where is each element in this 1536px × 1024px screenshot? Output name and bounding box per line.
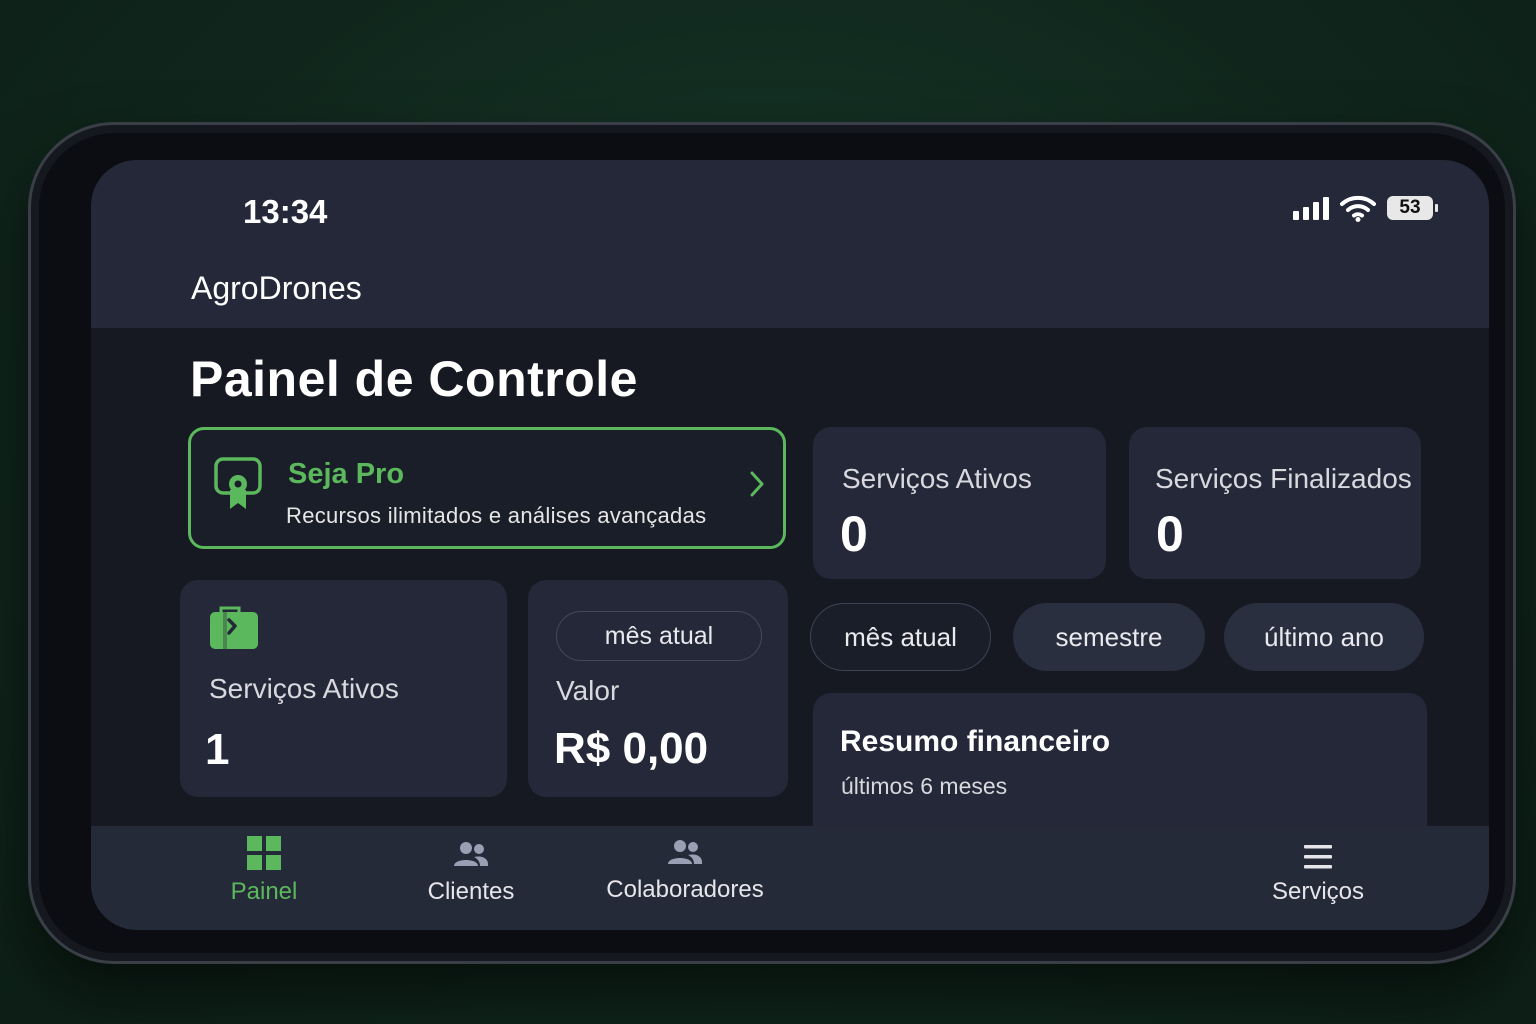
screen: 13:34 53 AgroDrones Painel de Controle S… [91,160,1489,930]
pro-subtitle: Recursos ilimitados e análises avançadas [286,503,707,528]
nav-label: Clientes [427,878,515,905]
grid-icon [247,836,281,870]
chevron-right-icon [750,471,764,497]
nav-label: Painel [230,878,298,905]
period-select[interactable]: mês atual [556,611,762,661]
nav-painel[interactable]: Painel [219,836,309,906]
page-title: Painel de Controle [190,351,638,407]
pro-upgrade-card[interactable]: Seja Pro Recursos ilimitados e análises … [188,427,786,549]
status-time: 13:34 [243,193,328,230]
nav-label: Colaboradores [606,876,764,903]
nav-clientes[interactable]: Clientes [411,836,531,906]
value-label: Valor [556,675,620,706]
header: 13:34 53 AgroDrones [91,160,1489,328]
stat-value: 0 [1156,506,1184,562]
people-icon [668,840,703,864]
battery-icon: 53 [1387,196,1438,220]
tablet-frame: 13:34 53 AgroDrones Painel de Controle S… [28,122,1516,964]
filter-semestre[interactable]: semestre [1013,603,1205,671]
card-value: 1 [205,725,230,774]
active-services-card[interactable]: Serviços Ativos 1 [180,580,507,797]
badge-icon [214,457,262,509]
stat-card-ativos[interactable]: Serviços Ativos 0 [813,427,1106,579]
nav-label: Serviços [1271,878,1365,905]
status-icons: 53 [1293,194,1438,222]
nav-colaboradores[interactable]: Colaboradores [601,836,769,904]
filter-mes-atual[interactable]: mês atual [810,603,991,671]
wifi-icon [1340,195,1376,222]
signal-icon [1293,196,1329,220]
value-amount: R$ 0,00 [554,724,709,773]
menu-icon [1304,845,1332,869]
wallet-icon [210,606,258,649]
app-title: AgroDrones [191,270,362,306]
stat-value: 0 [840,506,868,562]
filter-ultimo-ano[interactable]: último ano [1224,603,1424,671]
value-card: mês atual Valor R$ 0,00 [528,580,788,797]
stat-card-finalizados[interactable]: Serviços Finalizados 0 [1129,427,1421,579]
card-label: Serviços Ativos [209,673,399,704]
bottom-nav: Painel Clientes Colaboradores Serviços [91,826,1489,930]
people-icon [454,842,489,866]
stat-label: Serviços Ativos [842,463,1032,494]
finance-title: Resumo financeiro [840,725,1111,758]
pro-title: Seja Pro [288,458,405,490]
stat-label: Serviços Finalizados [1155,463,1412,494]
finance-subtitle: últimos 6 meses [841,773,1008,799]
nav-servicos[interactable]: Serviços [1263,836,1373,906]
